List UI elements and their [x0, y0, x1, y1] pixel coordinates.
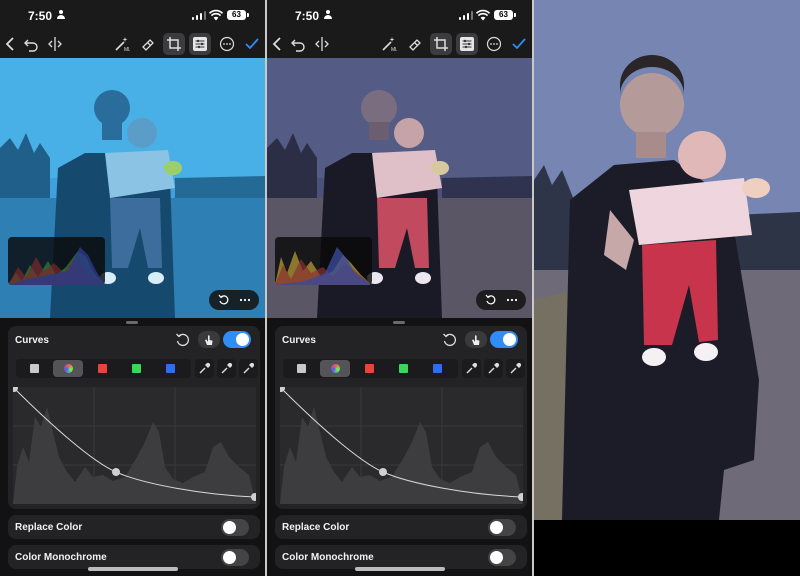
channel-red[interactable]	[87, 360, 117, 377]
undo-icon[interactable]	[287, 33, 309, 55]
restored-photo-pane	[534, 0, 800, 576]
person-icon	[57, 10, 65, 19]
crop-icon[interactable]	[430, 33, 452, 55]
photo-options-pill	[476, 290, 526, 310]
restored-photo	[534, 0, 800, 520]
color-monochrome-toggle[interactable]	[221, 549, 249, 566]
rotate-reset-icon[interactable]	[485, 294, 497, 306]
sheet-grabber[interactable]	[126, 321, 138, 324]
wifi-icon	[209, 9, 223, 21]
replace-color-row[interactable]: Replace Color	[275, 515, 527, 539]
signal-icon	[459, 11, 473, 20]
channel-red[interactable]	[354, 360, 384, 377]
gray-point-dropper-icon[interactable]	[217, 359, 236, 378]
hand-touch-icon[interactable]	[465, 331, 487, 348]
photo-preview	[0, 58, 265, 318]
curve-editor[interactable]	[280, 387, 523, 504]
curve-point[interactable]	[379, 468, 387, 476]
channel-rgb[interactable]	[53, 360, 83, 377]
magic-wand-icon[interactable]: ML	[111, 33, 133, 55]
more-icon[interactable]	[216, 33, 238, 55]
svg-text:ML: ML	[124, 47, 130, 52]
signal-icon	[192, 11, 206, 20]
replace-color-row[interactable]: Replace Color	[8, 515, 260, 539]
home-indicator[interactable]	[355, 567, 445, 571]
ellipsis-icon[interactable]	[506, 294, 518, 306]
channel-green[interactable]	[388, 360, 418, 377]
rotate-reset-icon[interactable]	[218, 294, 230, 306]
sheet-grabber[interactable]	[393, 321, 405, 324]
reset-icon[interactable]	[442, 332, 458, 348]
compare-icon[interactable]	[311, 33, 333, 55]
status-bar: 7:50 63	[0, 0, 265, 30]
person-icon	[324, 10, 332, 19]
adjustments-panel: Curves Replace Color Color Monochrome	[0, 318, 265, 576]
color-monochrome-toggle[interactable]	[488, 549, 516, 566]
editor-toolbar: ML	[0, 30, 265, 58]
channel-blue[interactable]	[422, 360, 452, 377]
crop-icon[interactable]	[163, 33, 185, 55]
svg-text:ML: ML	[391, 47, 397, 52]
reset-icon[interactable]	[175, 332, 191, 348]
status-time: 7:50	[28, 9, 53, 23]
more-icon[interactable]	[483, 33, 505, 55]
histogram	[275, 237, 372, 285]
left-phone-screen: 7:50 63 ML Curves Replace Color Color Mo…	[0, 0, 265, 576]
channel-selector	[16, 359, 191, 378]
curves-title: Curves	[15, 335, 49, 346]
curves-card: Curves	[275, 326, 527, 509]
checkmark-icon[interactable]	[241, 33, 263, 55]
home-indicator[interactable]	[88, 567, 178, 571]
curves-card: Curves	[8, 326, 260, 509]
status-time: 7:50	[295, 9, 320, 23]
replace-color-label: Replace Color	[282, 522, 350, 533]
channel-selector	[283, 359, 458, 378]
color-monochrome-row[interactable]: Color Monochrome	[8, 545, 260, 569]
adjustments-panel: Curves Replace Color Color Monochrome	[267, 318, 532, 576]
color-monochrome-label: Color Monochrome	[282, 552, 374, 563]
channel-green[interactable]	[121, 360, 151, 377]
compare-icon[interactable]	[44, 33, 66, 55]
replace-color-toggle[interactable]	[221, 519, 249, 536]
curves-title: Curves	[282, 335, 316, 346]
color-monochrome-label: Color Monochrome	[15, 552, 107, 563]
undo-icon[interactable]	[20, 33, 42, 55]
curve-editor[interactable]	[13, 387, 256, 504]
battery-icon: 63	[227, 10, 249, 20]
back-chevron-icon[interactable]	[267, 33, 289, 55]
checkmark-icon[interactable]	[508, 33, 530, 55]
curves-toggle[interactable]	[223, 331, 251, 348]
editor-toolbar: ML	[267, 30, 532, 58]
channel-blue[interactable]	[155, 360, 185, 377]
ellipsis-icon[interactable]	[239, 294, 251, 306]
hand-touch-icon[interactable]	[198, 331, 220, 348]
status-bar: 7:50 63	[267, 0, 532, 30]
gray-point-dropper-icon[interactable]	[484, 359, 503, 378]
white-point-dropper-icon[interactable]	[506, 359, 525, 378]
eraser-icon[interactable]	[137, 33, 159, 55]
replace-color-label: Replace Color	[15, 522, 83, 533]
color-monochrome-row[interactable]: Color Monochrome	[275, 545, 527, 569]
back-chevron-icon[interactable]	[0, 33, 22, 55]
photo-preview	[267, 58, 532, 318]
replace-color-toggle[interactable]	[488, 519, 516, 536]
middle-phone-screen: 7:50 63 ML Curves Replace Color Color Mo…	[267, 0, 532, 576]
battery-icon: 63	[494, 10, 516, 20]
curves-toggle[interactable]	[490, 331, 518, 348]
photo-options-pill	[209, 290, 259, 310]
eraser-icon[interactable]	[404, 33, 426, 55]
channel-rgb[interactable]	[320, 360, 350, 377]
histogram	[8, 237, 105, 285]
black-point-dropper-icon[interactable]	[195, 359, 214, 378]
adjustments-icon[interactable]	[456, 33, 478, 55]
channel-white[interactable]	[286, 360, 316, 377]
black-point-dropper-icon[interactable]	[462, 359, 481, 378]
adjustments-icon[interactable]	[189, 33, 211, 55]
wifi-icon	[476, 9, 490, 21]
white-point-dropper-icon[interactable]	[239, 359, 258, 378]
magic-wand-icon[interactable]: ML	[378, 33, 400, 55]
channel-white[interactable]	[19, 360, 49, 377]
curve-point[interactable]	[112, 468, 120, 476]
